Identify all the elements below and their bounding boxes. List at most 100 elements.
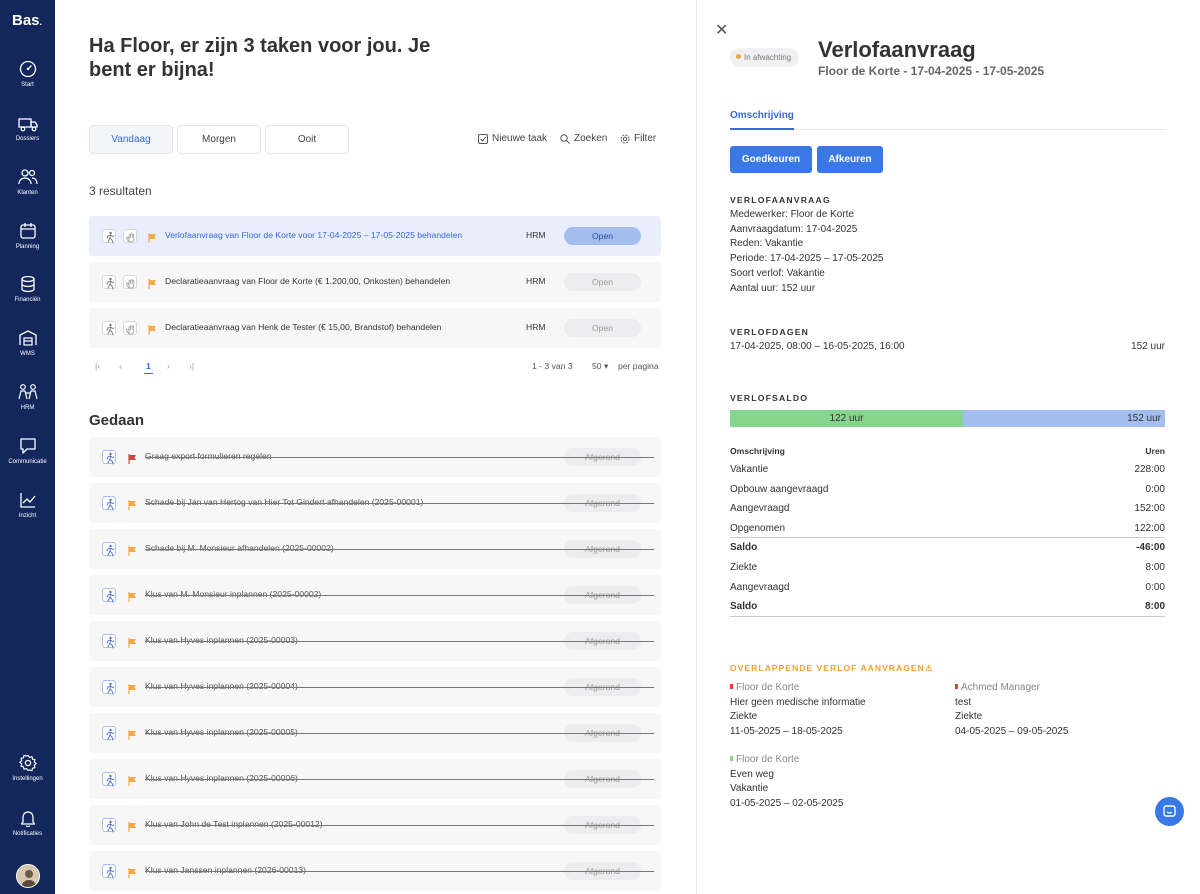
search-label: Zoeken [574,133,608,144]
done-task-title[interactable]: Graag export formulieren regelen [145,451,272,461]
done-task-title[interactable]: Klus van John de Test inplannen (2025-00… [145,819,323,829]
done-task-title[interactable]: Klus van Hyves inplannen (2025-00006) [145,773,298,783]
sidebar-item-wms[interactable]: WMS [0,329,55,357]
done-task-title[interactable]: Klus van M. Monsieur inplannen (2025-000… [145,589,321,599]
strikethrough-line [145,641,654,642]
status-dot [730,756,733,761]
done-task-title[interactable]: Klus van Hyves inplannen (2025-00005) [145,727,298,737]
assignee-icon[interactable] [102,864,116,879]
done-row[interactable]: Klus van Hyves inplannen (2025-00004) Afg… [89,667,661,707]
sidebar-item-communicatie[interactable]: Communicatie [0,437,55,465]
status-pill[interactable]: Open [564,319,641,337]
task-title[interactable]: Declaratieaanvraag van Henk de Tester (€… [165,322,441,332]
strikethrough-line [145,779,654,780]
new-task-button[interactable]: Nieuwe taak [478,133,547,144]
done-row[interactable]: Klus van Hyves inplannen (2025-00005) Afg… [89,713,661,753]
coins-icon [20,275,35,293]
page-number[interactable]: 1 [144,361,153,374]
done-task-title[interactable]: Schade bij Jan van Hertog van Hier Tot G… [145,497,423,507]
flag-icon [128,451,137,469]
sidebar: Bas. Start Dossiers Klanten Planning Fin… [0,0,55,894]
balance-row: Ziekte 8:00 [730,558,1165,578]
prev-page-icon[interactable]: ‹ [119,361,122,371]
tab-morgen[interactable]: Morgen [177,125,261,154]
hand-icon[interactable] [123,229,137,243]
first-page-icon[interactable]: |‹ [95,361,100,371]
chat-button[interactable] [1155,797,1184,826]
sidebar-item-notificaties[interactable]: Notificaties [0,809,55,837]
sidebar-item-start[interactable]: Start [0,60,55,88]
assignee-icon[interactable] [102,275,116,290]
strikethrough-line [145,503,654,504]
avatar[interactable] [16,864,40,888]
balance-label: Opbouw aangevraagd [730,483,829,495]
task-row[interactable]: Declaratieaanvraag van Henk de Tester (€… [89,308,661,348]
sidebar-item-instellingen[interactable]: Instellingen [0,754,55,782]
balance-table-header: Omschrijving Uren [730,446,1165,456]
tab-vandaag[interactable]: Vandaag [89,125,173,154]
request-heading: VERLOFAANVRAAG [730,195,831,205]
days-range: 17-04-2025, 08:00 – 16-05-2025, 16:00 [730,341,905,352]
assignee-icon[interactable] [102,542,116,557]
task-title[interactable]: Declaratieaanvraag van Floor de Korte (€… [165,276,450,286]
sidebar-item-klanten[interactable]: Klanten [0,168,55,196]
assignee-icon[interactable] [102,634,116,649]
done-row[interactable]: Klus van Hyves inplannen (2025-00006) Afg… [89,759,661,799]
done-task-title[interactable]: Klus van Hyves inplannen (2025-00004) [145,681,298,691]
filter-button[interactable]: Filter [620,133,656,144]
assignee-icon[interactable] [102,229,116,244]
assignee-icon[interactable] [102,726,116,741]
chart-icon [19,493,35,508]
tab-omschrijving[interactable]: Omschrijving [730,110,794,121]
last-page-icon[interactable]: ›| [189,361,194,371]
hand-icon[interactable] [123,275,137,289]
strikethrough-line [145,733,654,734]
sidebar-item-label: Financiën [14,297,41,303]
status-pill[interactable]: Open [564,273,641,291]
done-task-title[interactable]: Schade bij M. Monsieur afhandelen (2025-… [145,543,334,553]
assignee-icon[interactable] [102,588,116,603]
task-row[interactable]: Verlofaanvraag van Floor de Korte voor 1… [89,216,661,256]
logo[interactable]: Bas. [12,12,42,29]
task-row[interactable]: Declaratieaanvraag van Floor de Korte (€… [89,262,661,302]
sidebar-item-planning[interactable]: Planning [0,222,55,250]
search-button[interactable]: Zoeken [560,133,607,144]
approve-button[interactable]: Goedkeuren [730,146,812,173]
done-task-title[interactable]: Klus van Hyves inplannen (2025-00003) [145,635,298,645]
done-row[interactable]: Graag export formulieren regelen Afgerond [89,437,661,477]
status-pill[interactable]: Open [564,227,641,245]
done-row[interactable]: Klus van John de Test inplannen (2025-00… [89,805,661,845]
filter-label: Filter [634,133,657,144]
col-description: Omschrijving [730,446,785,456]
tab-ooit[interactable]: Ooit [265,125,349,154]
done-row[interactable]: Klus van Hyves inplannen (2025-00003) Afg… [89,621,661,661]
request-line: Aantal uur: 152 uur [730,282,816,294]
request-line: Periode: 17-04-2025 – 17-05-2025 [730,253,884,265]
reject-button[interactable]: Afkeuren [817,146,883,173]
done-row[interactable]: Klus van Janssen inplannen (2026-00013) A… [89,851,661,891]
assignee-icon[interactable] [102,450,116,465]
assignee-icon[interactable] [102,818,116,833]
assignee-icon[interactable] [102,321,116,336]
per-page-select[interactable]: 50 ▾ [592,361,608,372]
done-row[interactable]: Schade bij Jan van Hertog van Hier Tot G… [89,483,661,523]
flag-icon [148,276,157,294]
done-row[interactable]: Klus van M. Monsieur inplannen (2025-000… [89,575,661,615]
sidebar-item-financien[interactable]: Financiën [0,275,55,303]
assignee-icon[interactable] [102,772,116,787]
sidebar-item-inzicht[interactable]: Inzicht [0,491,55,519]
done-row[interactable]: Schade bij M. Monsieur afhandelen (2025-… [89,529,661,569]
assignee-icon[interactable] [102,680,116,695]
hand-icon[interactable] [123,321,137,335]
assignee-icon[interactable] [102,496,116,511]
overlap-type: Ziekte [730,711,758,723]
next-page-icon[interactable]: › [167,361,170,371]
done-task-title[interactable]: Klus van Janssen inplannen (2026-00013) [145,865,306,875]
balance-label: Aangevraagd [730,581,790,593]
task-title[interactable]: Verlofaanvraag van Floor de Korte voor 1… [165,230,462,240]
close-icon[interactable]: ✕ [715,20,728,40]
overlap-item: Achmed Manager test Ziekte 04-05-2025 – 09-… [955,681,1068,739]
balance-bar: 122 uur 152 uur [730,410,1165,427]
sidebar-item-dossiers[interactable]: Dossiers [0,114,55,142]
sidebar-item-hrm[interactable]: HRM [0,383,55,411]
